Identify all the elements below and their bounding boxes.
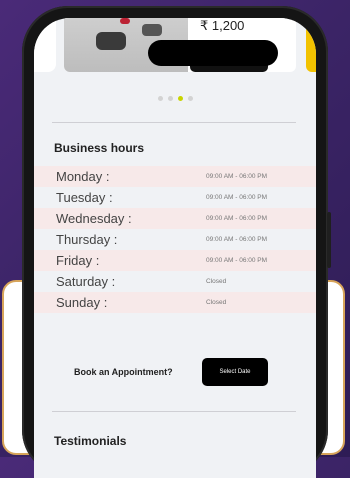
promo-card-prev[interactable] [34,18,56,72]
phone-screen: ₹ 1,200 Order Now Business hours Monday … [34,18,316,478]
hours-time: 09:00 AM - 06:00 PM [206,236,268,243]
hours-row: Thursday : 09:00 AM - 06:00 PM [34,229,316,250]
divider [52,411,296,412]
hours-day: Monday : [56,169,110,184]
hours-row: Friday : 09:00 AM - 06:00 PM [34,250,316,271]
camera-notch [148,40,278,66]
hours-time: 09:00 AM - 06:00 PM [206,194,268,201]
hours-time: 09:00 AM - 06:00 PM [206,215,268,222]
hours-day: Wednesday : [56,211,132,226]
carousel-dot[interactable] [167,96,173,101]
hours-row: Wednesday : 09:00 AM - 06:00 PM [34,208,316,229]
select-date-button[interactable]: Select Date [202,358,268,386]
hours-day: Thursday : [56,232,118,247]
testimonials-title: Testimonials [54,434,127,448]
hours-time: 09:00 AM - 06:00 PM [206,257,268,264]
product-price: ₹ 1,200 [200,18,245,33]
hours-day: Saturday : [56,274,116,289]
business-hours-title: Business hours [54,141,145,155]
hours-row: Monday : 09:00 AM - 06:00 PM [34,166,316,187]
hours-time: 09:00 AM - 06:00 PM [206,173,268,180]
carousel-indicator [34,96,316,101]
carousel-dot[interactable] [177,96,183,101]
hours-day: Tuesday : [56,190,113,205]
hours-day: Friday : [56,253,100,268]
appointment-prompt: Book an Appointment? [74,367,173,377]
carousel-dot[interactable] [157,96,163,101]
promo-card-next[interactable] [306,18,316,72]
divider [52,122,296,123]
hours-row: Sunday : Closed [34,292,316,313]
phone-side-button [327,212,331,268]
carousel-dot[interactable] [187,96,193,101]
hours-time: Closed [206,299,227,306]
hours-row: Saturday : Closed [34,271,316,292]
business-hours-list: Monday : 09:00 AM - 06:00 PM Tuesday : 09:0… [34,166,316,313]
hours-time: Closed [206,278,227,285]
hours-row: Tuesday : 09:00 AM - 06:00 PM [34,187,316,208]
phone-frame: ₹ 1,200 Order Now Business hours Monday … [22,6,331,478]
hours-day: Sunday : [56,295,108,310]
